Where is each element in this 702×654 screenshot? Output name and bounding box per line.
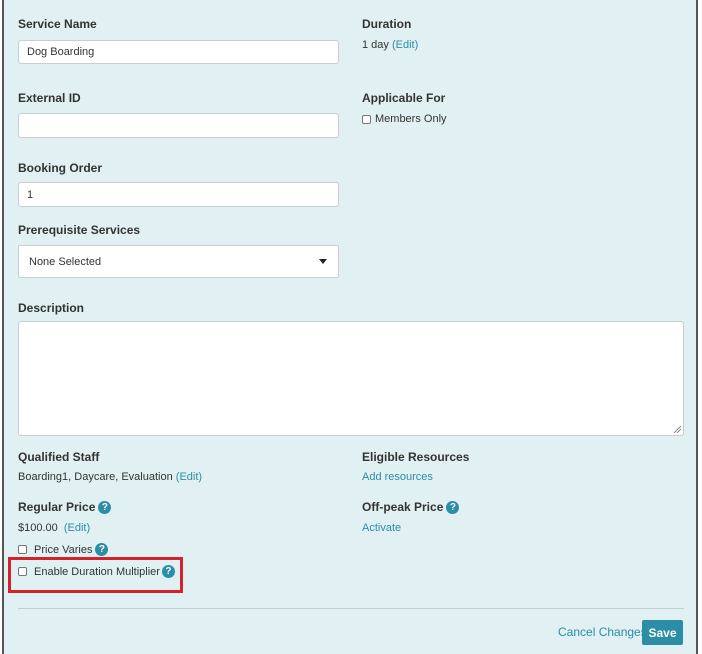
external-id-label: External ID bbox=[18, 91, 81, 105]
price-varies-option[interactable]: Price Varies ? bbox=[18, 543, 109, 556]
eligible-resources-label: Eligible Resources bbox=[362, 450, 470, 464]
duration-row: 1 day (Edit) bbox=[362, 39, 418, 51]
duration-edit-link[interactable]: (Edit) bbox=[392, 39, 418, 51]
qualified-staff-value: Boarding1, Daycare, Evaluation bbox=[18, 471, 173, 483]
help-icon[interactable]: ? bbox=[161, 565, 175, 578]
applicable-for-label: Applicable For bbox=[362, 91, 446, 105]
duration-value: 1 day bbox=[362, 39, 389, 51]
regular-price-heading: Regular Price ? bbox=[18, 500, 112, 514]
regular-price-row: $100.00 (Edit) bbox=[18, 522, 90, 534]
description-label: Description bbox=[18, 301, 85, 315]
offpeak-price-heading: Off-peak Price ? bbox=[362, 500, 460, 514]
help-icon[interactable]: ? bbox=[446, 500, 460, 514]
service-name-input[interactable] bbox=[18, 40, 339, 64]
members-only-option[interactable]: Members Only bbox=[362, 113, 447, 125]
members-only-label: Members Only bbox=[375, 113, 447, 125]
footer-divider bbox=[18, 608, 684, 609]
booking-order-label: Booking Order bbox=[18, 161, 103, 175]
chevron-down-icon bbox=[319, 259, 327, 264]
regular-price-edit-link[interactable]: (Edit) bbox=[64, 522, 90, 534]
description-textarea[interactable] bbox=[18, 321, 684, 436]
regular-price-value: $100.00 bbox=[18, 522, 58, 534]
price-varies-label: Price Varies bbox=[34, 543, 93, 556]
help-icon[interactable]: ? bbox=[95, 543, 109, 556]
service-name-label: Service Name bbox=[18, 17, 97, 31]
prerequisite-services-select[interactable]: None Selected bbox=[18, 245, 339, 278]
external-id-input[interactable] bbox=[18, 113, 339, 138]
price-varies-checkbox[interactable] bbox=[18, 545, 27, 554]
resize-grip-icon[interactable] bbox=[673, 425, 681, 433]
duration-multiplier-label: Enable Duration Multiplier bbox=[34, 565, 160, 578]
help-icon[interactable]: ? bbox=[98, 500, 112, 514]
members-only-checkbox[interactable] bbox=[362, 114, 371, 124]
duration-multiplier-checkbox[interactable] bbox=[18, 567, 27, 576]
booking-order-input[interactable] bbox=[18, 182, 339, 207]
prerequisite-selected-value: None Selected bbox=[29, 255, 102, 268]
duration-label: Duration bbox=[362, 17, 412, 31]
qualified-staff-edit-link[interactable]: (Edit) bbox=[176, 471, 202, 483]
regular-price-label: Regular Price bbox=[18, 500, 96, 514]
qualified-staff-label: Qualified Staff bbox=[18, 450, 100, 464]
prerequisite-services-label: Prerequisite Services bbox=[18, 223, 141, 237]
add-resources-link[interactable]: Add resources bbox=[362, 471, 433, 483]
save-button[interactable]: Save bbox=[642, 620, 683, 645]
cancel-changes-link[interactable]: Cancel Changes bbox=[558, 625, 647, 639]
offpeak-activate-link[interactable]: Activate bbox=[362, 522, 401, 534]
qualified-staff-row: Boarding1, Daycare, Evaluation (Edit) bbox=[18, 471, 202, 483]
offpeak-price-label: Off-peak Price bbox=[362, 500, 444, 514]
duration-multiplier-option[interactable]: Enable Duration Multiplier ? bbox=[18, 565, 175, 578]
